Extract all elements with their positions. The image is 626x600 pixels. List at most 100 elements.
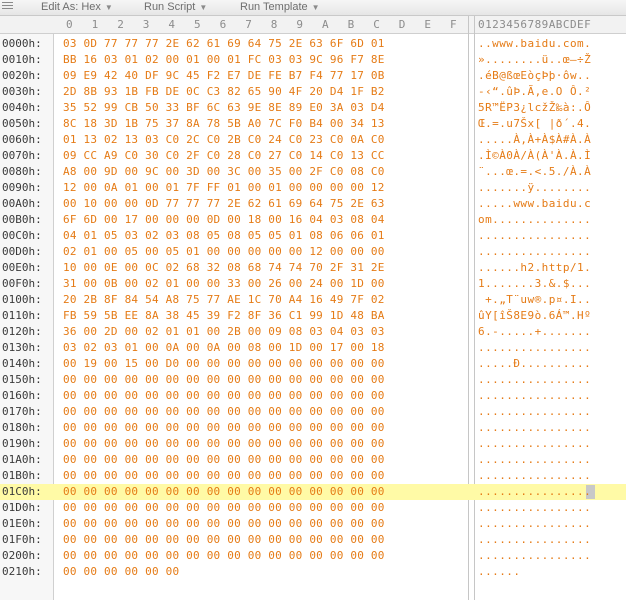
row-ascii-text[interactable]: ................ [478, 532, 591, 548]
hex-row[interactable]: 0150h: 00 00 00 00 00 00 00 00 00 00 00 0… [0, 372, 626, 388]
hex-row[interactable]: 0060h: 01 13 02 13 03 C0 2C C0 2B C0 24 C… [0, 132, 626, 148]
hex-row[interactable]: 0100h: 20 2B 8F 84 54 A8 75 77 AE 1C 70 A… [0, 292, 626, 308]
row-hex-bytes[interactable]: A8 00 9D 00 9C 00 3D 00 3C 00 35 00 2F C… [63, 164, 385, 180]
row-hex-bytes[interactable]: 01 13 02 13 03 C0 2C C0 2B C0 24 C0 23 C… [63, 132, 385, 148]
row-ascii-text[interactable]: ................ [478, 452, 591, 468]
row-hex-bytes[interactable]: 10 00 0E 00 0C 02 68 32 08 68 74 74 70 2… [63, 260, 385, 276]
hex-row[interactable]: 0200h: 00 00 00 00 00 00 00 00 00 00 00 0… [0, 548, 626, 564]
row-hex-bytes[interactable]: 20 2B 8F 84 54 A8 75 77 AE 1C 70 A4 16 4… [63, 292, 385, 308]
row-ascii-text[interactable]: ................ [478, 372, 591, 388]
hex-row[interactable]: 01A0h: 00 00 00 00 00 00 00 00 00 00 00 0… [0, 452, 626, 468]
row-hex-bytes[interactable]: 00 00 00 00 00 00 00 00 00 00 00 00 00 0… [63, 468, 385, 484]
row-hex-bytes[interactable]: 00 00 00 00 00 00 00 00 00 00 00 00 00 0… [63, 404, 385, 420]
edit-as-menu[interactable]: Edit As: Hex ▼ [41, 0, 113, 15]
row-ascii-text[interactable]: ................ [478, 548, 591, 564]
row-ascii-text[interactable]: ................ [478, 484, 591, 500]
row-hex-bytes[interactable]: 00 00 00 00 00 00 00 00 00 00 00 00 00 0… [63, 452, 385, 468]
row-hex-bytes[interactable]: 00 00 00 00 00 00 00 00 00 00 00 00 00 0… [63, 532, 385, 548]
hex-row[interactable]: 0050h: 8C 18 3D 1B 75 37 8A 78 5B A0 7C F… [0, 116, 626, 132]
row-ascii-text[interactable]: .Ì©À0À/À(À'À.À.Ì [478, 148, 591, 164]
row-ascii-text[interactable]: ................ [478, 500, 591, 516]
row-hex-bytes[interactable]: 04 01 05 03 02 03 08 05 08 05 05 01 08 0… [63, 228, 385, 244]
row-ascii-text[interactable]: ......h2.http/1. [478, 260, 591, 276]
hex-row[interactable]: 0010h: BB 16 03 01 02 00 01 00 01 FC 03 0… [0, 52, 626, 68]
row-ascii-text[interactable]: ................ [478, 244, 591, 260]
row-ascii-text[interactable]: ................ [478, 228, 591, 244]
hex-row[interactable]: 0120h: 36 00 2D 00 02 01 01 00 2B 00 09 0… [0, 324, 626, 340]
hex-row[interactable]: 0040h: 35 52 99 CB 50 33 BF 6C 63 9E 8E 8… [0, 100, 626, 116]
hex-row[interactable]: 01F0h: 00 00 00 00 00 00 00 00 00 00 00 0… [0, 532, 626, 548]
hex-row[interactable]: 00C0h: 04 01 05 03 02 03 08 05 08 05 05 0… [0, 228, 626, 244]
row-hex-bytes[interactable]: 09 E9 42 40 DF 9C 45 F2 E7 DE FE B7 F4 7… [63, 68, 385, 84]
hex-row[interactable]: 01D0h: 00 00 00 00 00 00 00 00 00 00 00 0… [0, 500, 626, 516]
toolbar-grip-icon[interactable] [2, 2, 13, 11]
row-ascii-text[interactable]: »........ü..œ–÷Ž [478, 52, 591, 68]
row-hex-bytes[interactable]: 8C 18 3D 1B 75 37 8A 78 5B A0 7C F0 B4 0… [63, 116, 385, 132]
row-ascii-text[interactable]: +.„T¨uw®.p¤.I.. [478, 292, 591, 308]
row-hex-bytes[interactable]: 00 00 00 00 00 00 00 00 00 00 00 00 00 0… [63, 516, 385, 532]
row-ascii-text[interactable]: ................ [478, 516, 591, 532]
row-hex-bytes[interactable]: 00 00 00 00 00 00 00 00 00 00 00 00 00 0… [63, 548, 385, 564]
hex-row[interactable]: 01B0h: 00 00 00 00 00 00 00 00 00 00 00 0… [0, 468, 626, 484]
hex-row[interactable]: 00A0h: 00 10 00 00 0D 77 77 77 2E 62 61 6… [0, 196, 626, 212]
row-ascii-text[interactable]: .....www.baidu.c [478, 196, 591, 212]
hex-row[interactable]: 0080h: A8 00 9D 00 9C 00 3D 00 3C 00 35 0… [0, 164, 626, 180]
hex-row[interactable]: 0160h: 00 00 00 00 00 00 00 00 00 00 00 0… [0, 388, 626, 404]
hex-row[interactable]: 00E0h: 10 00 0E 00 0C 02 68 32 08 68 74 7… [0, 260, 626, 276]
hex-row[interactable]: 00B0h: 6F 6D 00 17 00 00 00 0D 00 18 00 1… [0, 212, 626, 228]
row-hex-bytes[interactable]: 35 52 99 CB 50 33 BF 6C 63 9E 8E 89 E0 3… [63, 100, 385, 116]
hex-row[interactable]: 0030h: 2D 8B 93 1B FB DE 0C C3 82 65 90 4… [0, 84, 626, 100]
row-ascii-text[interactable]: ................ [478, 420, 591, 436]
row-ascii-text[interactable]: .....Ð.......... [478, 356, 591, 372]
row-hex-bytes[interactable]: 00 00 00 00 00 00 [63, 564, 179, 580]
hex-row[interactable]: 01C0h: 00 00 00 00 00 00 00 00 00 00 00 0… [0, 484, 626, 500]
run-script-menu[interactable]: Run Script ▼ [144, 0, 207, 15]
row-ascii-text[interactable]: .......ÿ........ [478, 180, 591, 196]
row-ascii-text[interactable]: ..www.baidu.com. [478, 36, 591, 52]
row-hex-bytes[interactable]: FB 59 5B EE 8A 38 45 39 F2 8F 36 C1 99 1… [63, 308, 385, 324]
row-hex-bytes[interactable]: 36 00 2D 00 02 01 01 00 2B 00 09 08 03 0… [63, 324, 385, 340]
row-hex-bytes[interactable]: 02 01 00 05 00 05 01 00 00 00 00 00 12 0… [63, 244, 385, 260]
row-hex-bytes[interactable]: 03 02 03 01 00 0A 00 0A 00 08 00 1D 00 1… [63, 340, 385, 356]
row-hex-bytes[interactable]: 00 00 00 00 00 00 00 00 00 00 00 00 00 0… [63, 372, 385, 388]
hex-row[interactable]: 0210h: 00 00 00 00 00 00...... [0, 564, 626, 580]
hex-row[interactable]: 0110h: FB 59 5B EE 8A 38 45 39 F2 8F 36 C… [0, 308, 626, 324]
hex-row[interactable]: 0180h: 00 00 00 00 00 00 00 00 00 00 00 0… [0, 420, 626, 436]
hex-row[interactable]: 00D0h: 02 01 00 05 00 05 01 00 00 00 00 0… [0, 244, 626, 260]
hex-row[interactable]: 0070h: 09 CC A9 C0 30 C0 2F C0 28 C0 27 C… [0, 148, 626, 164]
row-hex-bytes[interactable]: 03 0D 77 77 77 2E 62 61 69 64 75 2E 63 6… [63, 36, 385, 52]
row-ascii-text[interactable]: -‹“.ûÞ.Ã‚e.O Ô.² [478, 84, 591, 100]
row-hex-bytes[interactable]: 00 19 00 15 00 D0 00 00 00 00 00 00 00 0… [63, 356, 385, 372]
hex-row[interactable]: 01E0h: 00 00 00 00 00 00 00 00 00 00 00 0… [0, 516, 626, 532]
row-ascii-text[interactable]: ................ [478, 468, 591, 484]
row-ascii-text[interactable]: ................ [478, 404, 591, 420]
hex-row[interactable]: 00F0h: 31 00 0B 00 02 01 00 00 33 00 26 0… [0, 276, 626, 292]
run-template-menu[interactable]: Run Template ▼ [240, 0, 320, 15]
row-ascii-text[interactable]: ................ [478, 436, 591, 452]
hex-row[interactable]: 0020h: 09 E9 42 40 DF 9C 45 F2 E7 DE FE B… [0, 68, 626, 84]
row-ascii-text[interactable]: Œ.=.u7Šx[ |ð´.4. [478, 116, 591, 132]
row-hex-bytes[interactable]: 12 00 0A 01 00 01 7F FF 01 00 01 00 00 0… [63, 180, 385, 196]
row-hex-bytes[interactable]: 00 00 00 00 00 00 00 00 00 00 00 00 00 0… [63, 388, 385, 404]
hex-row[interactable]: 0000h: 03 0D 77 77 77 2E 62 61 69 64 75 2… [0, 36, 626, 52]
row-hex-bytes[interactable]: 6F 6D 00 17 00 00 00 0D 00 18 00 16 04 0… [63, 212, 385, 228]
hex-row[interactable]: 0190h: 00 00 00 00 00 00 00 00 00 00 00 0… [0, 436, 626, 452]
row-ascii-text[interactable]: ¨...œ.=.<.5./À.À [478, 164, 591, 180]
hex-row[interactable]: 0170h: 00 00 00 00 00 00 00 00 00 00 00 0… [0, 404, 626, 420]
row-hex-bytes[interactable]: 00 00 00 00 00 00 00 00 00 00 00 00 00 0… [63, 420, 385, 436]
row-ascii-text[interactable]: 5R™ËP3¿lcžŽ‰à:.Ô [478, 100, 591, 116]
row-hex-bytes[interactable]: 09 CC A9 C0 30 C0 2F C0 28 C0 27 C0 14 C… [63, 148, 385, 164]
row-hex-bytes[interactable]: 31 00 0B 00 02 01 00 00 33 00 26 00 24 0… [63, 276, 385, 292]
row-hex-bytes[interactable]: 2D 8B 93 1B FB DE 0C C3 82 65 90 4F 20 D… [63, 84, 385, 100]
row-ascii-text[interactable]: ûY[îŠ8E9ò.6Á™.Hº [478, 308, 591, 324]
hex-row[interactable]: 0130h: 03 02 03 01 00 0A 00 0A 00 08 00 1… [0, 340, 626, 356]
row-ascii-text[interactable]: ................ [478, 340, 591, 356]
row-hex-bytes[interactable]: 00 00 00 00 00 00 00 00 00 00 00 00 00 0… [63, 436, 385, 452]
row-hex-bytes[interactable]: 00 00 00 00 00 00 00 00 00 00 00 00 00 0… [63, 500, 385, 516]
hex-row[interactable]: 0140h: 00 19 00 15 00 D0 00 00 00 00 00 0… [0, 356, 626, 372]
row-ascii-text[interactable]: 1.......3.&.$... [478, 276, 591, 292]
row-hex-bytes[interactable]: BB 16 03 01 02 00 01 00 01 FC 03 03 9C 9… [63, 52, 385, 68]
hex-row[interactable]: 0090h: 12 00 0A 01 00 01 7F FF 01 00 01 0… [0, 180, 626, 196]
row-ascii-text[interactable]: .éB@ßœEòçÞþ·ôw.. [478, 68, 591, 84]
row-hex-bytes[interactable]: 00 00 00 00 00 00 00 00 00 00 00 00 00 0… [63, 484, 385, 500]
